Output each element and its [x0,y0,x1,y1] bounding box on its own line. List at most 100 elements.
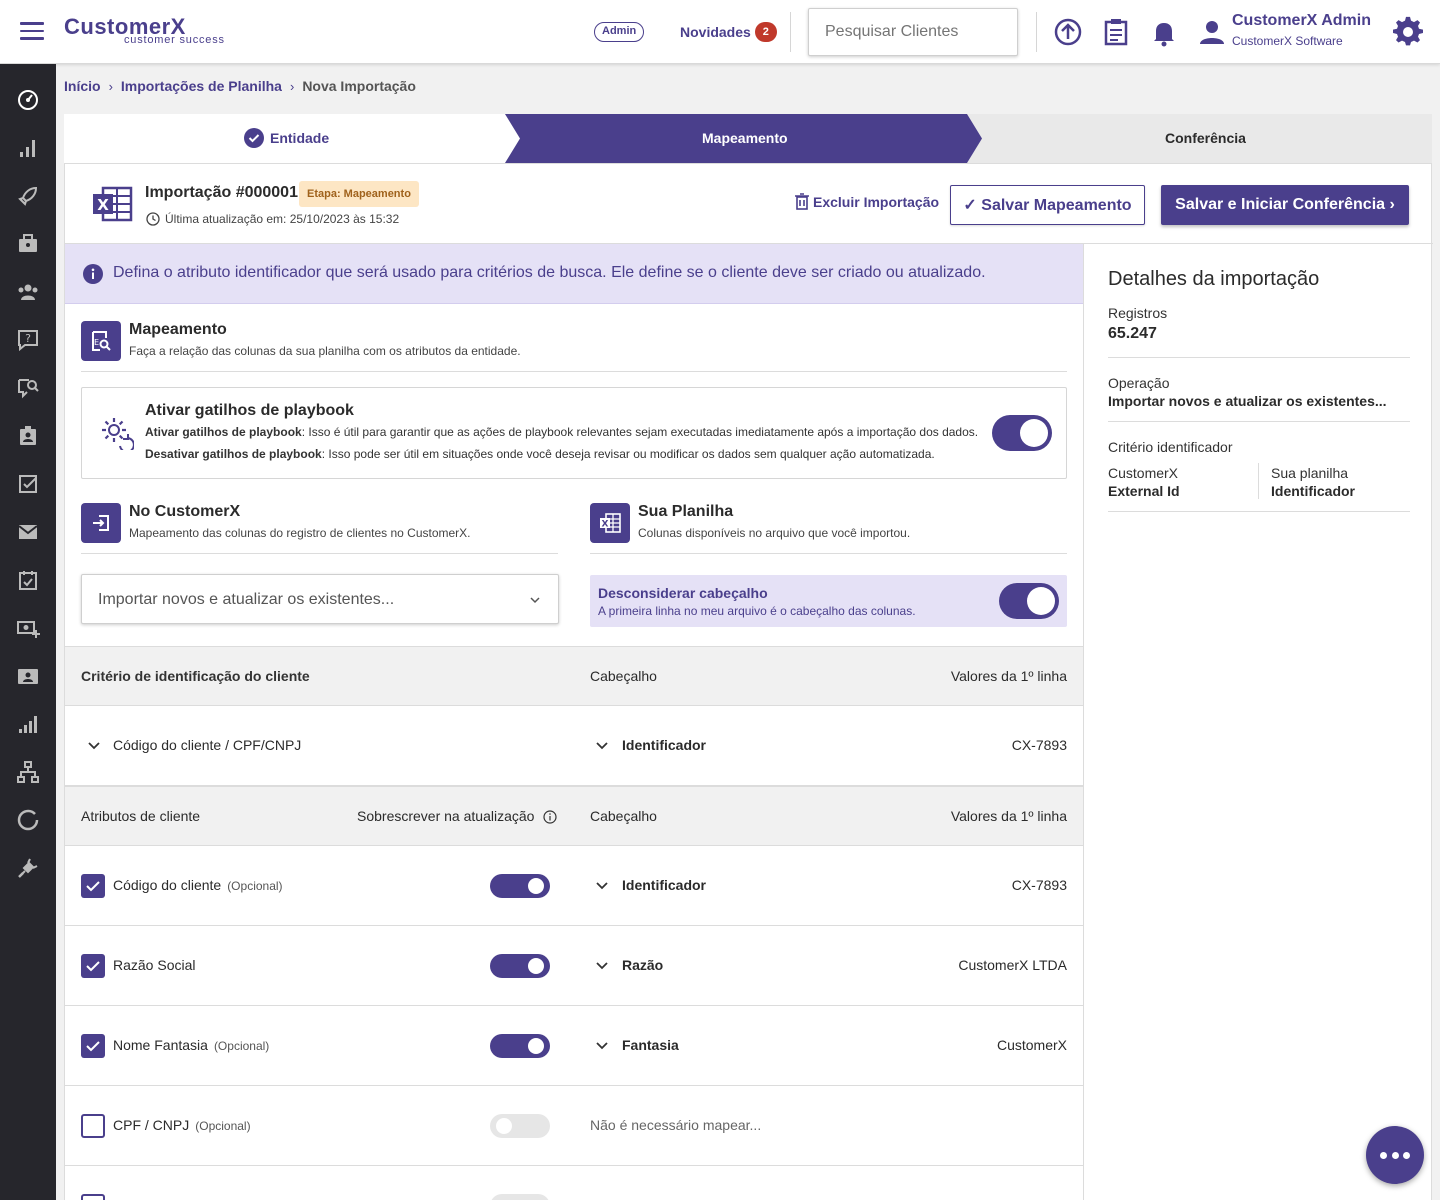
breadcrumb-imports[interactable]: Importações de Planilha [121,78,282,94]
overwrite-toggle[interactable] [490,954,550,978]
info-outline-icon[interactable] [543,810,557,824]
help-icon[interactable]: ? [16,328,40,352]
user-name: CustomerX Admin [1232,12,1371,29]
playbook-disable-text: Desativar gatilhos de playbook: Isso pod… [145,447,935,461]
chevron-down-icon[interactable] [87,739,101,753]
save-and-start-button[interactable]: Salvar e Iniciar Conferência › [1161,185,1409,225]
criteria-column[interactable]: Identificador [622,737,706,753]
mapping-section-icon: E [81,321,121,361]
criteria-attribute[interactable]: Código do cliente / CPF/CNPJ [113,737,301,753]
step-entidade[interactable]: Entidade [244,114,329,163]
settings-automation-icon [102,418,134,450]
user-menu[interactable]: CustomerX Admin CustomerX Software [1198,12,1378,52]
network-icon[interactable] [16,760,40,784]
attribute-column-placeholder: Não é necessário mapear... [590,1117,762,1133]
operation-select[interactable]: Importar novos e atualizar os existentes… [81,574,559,624]
attribute-checkbox[interactable] [81,954,105,978]
plug-icon[interactable] [16,856,40,880]
check-circle-icon [244,127,264,148]
chart-icon[interactable] [16,136,40,160]
divider [1108,421,1410,422]
clipboard-icon[interactable] [1100,16,1132,48]
save-and-start-label: Salvar e Iniciar Conferência [1175,196,1386,213]
import-card: X Importação #000001 Etapa: Mapeamento Ú… [64,163,1433,1200]
overwrite-toggle[interactable] [490,874,550,898]
dashboard-icon[interactable] [16,88,40,112]
more-dots-icon [1380,1152,1387,1159]
criteria-value: CX-7893 [1011,737,1067,753]
divider [81,371,1067,372]
sync-icon[interactable] [16,808,40,832]
more-actions-button[interactable] [1366,1126,1424,1184]
overwrite-toggle[interactable] [490,1114,550,1138]
chevron-down-icon[interactable] [595,959,609,973]
spreadsheet-subtitle: Colunas disponíveis no arquivo que você … [638,526,911,540]
chat-search-icon[interactable] [16,376,40,400]
attribute-row: Código do cliente (Opcional) Identificado… [65,846,1083,926]
overwrite-toggle[interactable] [490,1194,550,1200]
info-banner: Defina o atributo identificador que será… [65,244,1083,304]
attribute-column[interactable]: Razão [622,957,663,973]
attribute-column[interactable]: Identificador [622,877,706,893]
step-conferencia[interactable]: Conferência [1165,114,1246,163]
attribute-name: Razão Social [113,957,196,973]
save-mapping-button[interactable]: ✓ Salvar Mapeamento [950,185,1145,225]
excel-icon: X [600,513,621,533]
more-dots-icon [1403,1152,1410,1159]
attributes-header-overwrite: Sobrescrever na atualização [357,808,535,824]
money-add-icon[interactable] [16,616,40,640]
login-icon [93,515,109,531]
calendar-icon[interactable] [16,568,40,592]
briefcase-icon[interactable] [16,232,40,256]
step-mapeamento[interactable]: Mapeamento [702,114,788,163]
id-card-icon[interactable] [16,664,40,688]
ignore-header-toggle[interactable] [999,583,1059,619]
criteria-label: Critério identificador [1108,439,1233,455]
task-icon[interactable] [16,472,40,496]
playbook-toggle[interactable] [992,415,1052,451]
novidades-button[interactable]: Novidades 2 [680,22,777,42]
divider [1108,511,1410,512]
playbook-trigger-box: Ativar gatilhos de playbook Ativar gatil… [81,387,1067,479]
chevron-down-icon[interactable] [595,879,609,893]
stage-badge: Etapa: Mapeamento [299,181,419,207]
spreadsheet-title: Sua Planilha [638,503,734,520]
mail-icon[interactable] [16,520,40,544]
menu-icon[interactable] [20,22,44,42]
chevron-right-icon: › [108,78,113,94]
divider [1258,463,1259,499]
delete-import-button[interactable]: Excluir Importação [795,193,939,211]
user-icon [1200,21,1224,44]
upload-icon[interactable] [1052,16,1084,48]
breadcrumb-home[interactable]: Início [64,78,101,94]
rocket-icon[interactable] [16,184,40,208]
criteria-header-column: Cabeçalho [590,668,657,684]
bell-icon[interactable] [1148,16,1180,48]
criteria-header-attribute: Critério de identificação do cliente [81,668,310,684]
playbook-enable-text: Ativar gatilhos de playbook: Isso é útil… [145,425,978,439]
attribute-checkbox[interactable] [81,1194,105,1200]
gear-icon[interactable] [1392,16,1424,48]
attributes-table-header: Atributos de cliente Sobrescrever na atu… [65,786,1083,846]
check-icon [86,961,100,972]
attribute-value: CustomerX [996,1037,1067,1053]
attribute-checkbox[interactable] [81,1034,105,1058]
criteria-table-header: Critério de identificação do cliente Cab… [65,646,1083,706]
optional-label: (Opcional) [195,1119,251,1133]
logo[interactable]: CustomerX customer success [64,14,234,50]
top-bar: CustomerX customer success Admin Novidad… [0,0,1440,64]
info-icon [83,264,103,284]
chevron-down-icon[interactable] [595,1039,609,1053]
contact-icon[interactable] [16,424,40,448]
attribute-value: CustomerX LTDA [958,957,1067,973]
overwrite-toggle[interactable] [490,1034,550,1058]
analytics-icon[interactable] [16,712,40,736]
search-input[interactable] [808,8,1018,56]
divider [590,553,1067,554]
chevron-down-icon[interactable] [595,739,609,753]
users-icon[interactable] [16,280,40,304]
ignore-header-subtitle: A primeira linha no meu arquivo é o cabe… [598,604,916,618]
attribute-checkbox[interactable] [81,1114,105,1138]
attribute-column[interactable]: Fantasia [622,1037,679,1053]
attribute-checkbox[interactable] [81,874,105,898]
